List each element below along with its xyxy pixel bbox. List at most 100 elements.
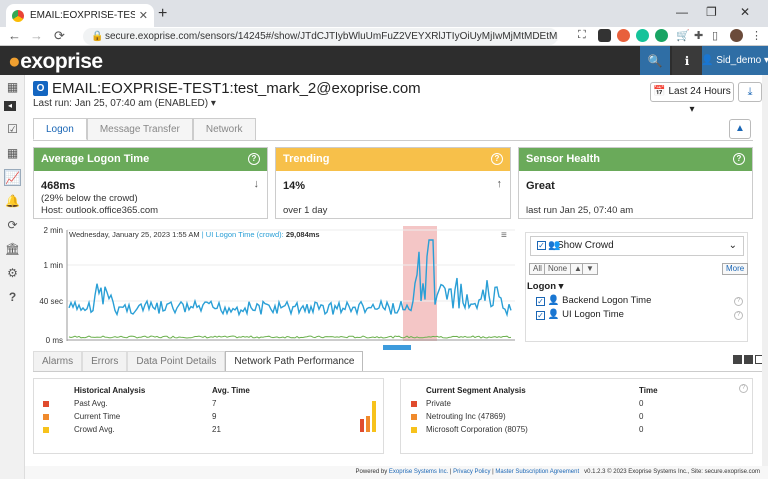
card-detail: over 1 day xyxy=(283,205,328,216)
user-icon: 👤 xyxy=(700,55,717,66)
collapse-sidebar-icon[interactable]: ◂ xyxy=(4,101,16,111)
help-icon[interactable]: ? xyxy=(248,153,260,165)
grid-icon[interactable]: ▦ xyxy=(3,79,22,98)
layout-icon[interactable] xyxy=(744,355,753,364)
last-run-status[interactable]: Last run: Jan 25, 07:40 am (ENABLED) ▾ xyxy=(33,98,216,109)
bank-icon[interactable]: 🏛 xyxy=(4,241,21,258)
column-header: Current Segment Analysis xyxy=(426,386,526,395)
cart-icon[interactable]: 🛒 xyxy=(676,29,690,42)
extension-icon[interactable] xyxy=(598,29,611,42)
logon-time-chart[interactable]: 2 min 1 min 40 sec 0 ms Wednesday, Janua… xyxy=(33,226,515,344)
tab-errors[interactable]: Errors xyxy=(82,351,128,371)
outlook-icon: O xyxy=(33,81,48,96)
color-swatch xyxy=(411,401,417,407)
legend-item-backend[interactable]: ✓ 👤 Backend Logon Time xyxy=(536,295,651,306)
close-tab-icon[interactable]: ✕ xyxy=(139,9,148,22)
maximize-icon[interactable]: ❐ xyxy=(706,5,717,19)
more-button[interactable]: More xyxy=(722,263,749,275)
help-icon[interactable]: ? xyxy=(4,289,21,306)
gear-icon[interactable]: ⚙ xyxy=(4,265,21,282)
help-icon[interactable]: ? xyxy=(734,311,743,320)
row-label: Private xyxy=(426,399,451,408)
back-icon[interactable]: ← xyxy=(8,28,21,43)
y-tick-label: 2 min xyxy=(43,226,63,235)
detail-tabs: Alarms Errors Data Point Details Network… xyxy=(33,351,364,371)
bell-icon[interactable]: 🔔 xyxy=(4,193,21,210)
collapse-button[interactable]: ▲ xyxy=(729,119,751,139)
mini-bar xyxy=(366,416,370,432)
exoprise-logo[interactable]: ●exoprise xyxy=(8,50,103,74)
puzzle-icon[interactable]: ✚ xyxy=(694,29,707,42)
card-detail: (29% below the crowd) xyxy=(41,193,138,204)
minimize-icon[interactable]: — xyxy=(676,5,688,19)
none-button[interactable]: None xyxy=(544,263,572,275)
tab-alarms[interactable]: Alarms xyxy=(33,351,83,371)
y-tick-label: 1 min xyxy=(43,261,63,270)
checkbox[interactable]: ✓ xyxy=(537,241,546,250)
reload-icon[interactable]: ⟳ xyxy=(54,28,65,44)
company-link[interactable]: Exoprise Systems Inc. xyxy=(389,469,448,475)
tab-logon[interactable]: Logon xyxy=(33,118,87,140)
color-swatch xyxy=(411,427,417,433)
download-button[interactable]: ⤓ xyxy=(738,82,762,102)
url-text: secure.exoprise.com/sensors/14245#/show/… xyxy=(105,31,558,42)
browser-tabbar: EMAIL:EOXPRISE-TEST1:test_mar ✕ + — ❐ ✕ xyxy=(0,0,768,27)
move-down-button[interactable]: ▼ xyxy=(582,263,598,275)
caret-down-icon: ▾ xyxy=(689,104,695,115)
column-header: Historical Analysis xyxy=(74,386,146,395)
close-window-icon[interactable]: ✕ xyxy=(740,5,750,19)
card-header: Trending? xyxy=(276,148,510,171)
row-value: 21 xyxy=(212,425,221,434)
checklist-icon[interactable]: ☑ xyxy=(4,121,21,138)
card-value: 468ms xyxy=(41,180,76,192)
privacy-link[interactable]: Privacy Policy xyxy=(453,469,490,475)
page-scrollbar[interactable] xyxy=(762,75,768,466)
view-toggle[interactable] xyxy=(733,355,764,364)
dashboard-icon[interactable]: ▦ xyxy=(4,145,21,162)
chart-menu-icon[interactable]: ≡ xyxy=(501,230,507,241)
user-icon: 👤 xyxy=(547,295,560,306)
tab-network-path-performance[interactable]: Network Path Performance xyxy=(225,351,364,371)
extension-icon[interactable] xyxy=(617,29,630,42)
browser-tab[interactable]: EMAIL:EOXPRISE-TEST1:test_mar ✕ xyxy=(6,4,154,27)
tab-data-point-details[interactable]: Data Point Details xyxy=(127,351,226,371)
y-tick-label: 0 ms xyxy=(46,336,63,344)
tab-message-transfer[interactable]: Message Transfer xyxy=(86,118,193,140)
card-header: Average Logon Time? xyxy=(34,148,267,171)
browser-menu-icon[interactable]: ⋮ xyxy=(751,29,764,42)
tab-network[interactable]: Network xyxy=(192,118,256,140)
layout-icon[interactable] xyxy=(733,355,742,364)
search-button[interactable]: 🔍 xyxy=(640,46,670,75)
forward-icon[interactable]: → xyxy=(30,28,43,43)
checkbox[interactable]: ✓ xyxy=(536,311,545,320)
url-input[interactable]: 🔒 secure.exoprise.com/sensors/14245#/sho… xyxy=(83,28,558,45)
help-icon[interactable]: ? xyxy=(733,153,745,165)
segment-analysis-panel: Current Segment Analysis Time ? Private … xyxy=(400,378,753,454)
resize-handle[interactable] xyxy=(383,345,411,350)
app-header: ●exoprise 🔍 ℹ 👤 Sid_demo ▾ xyxy=(0,46,768,75)
row-value: 0 xyxy=(639,412,644,421)
logon-group[interactable]: Logon ▾ xyxy=(527,281,563,292)
time-range-button[interactable]: 📅 Last 24 Hours ▾ xyxy=(650,82,734,115)
chart-icon[interactable]: 📈 xyxy=(4,169,21,186)
msa-link[interactable]: Master Subscription Agreement xyxy=(495,469,579,475)
checkbox[interactable]: ✓ xyxy=(536,297,545,306)
profile-avatar[interactable] xyxy=(730,29,743,42)
sync-icon[interactable]: ⟳ xyxy=(4,217,21,234)
legend-item-ui[interactable]: ✓ 👤 UI Logon Time xyxy=(536,309,624,320)
show-crowd-select[interactable]: ✓ 👥 Show Crowd ⌄ xyxy=(530,236,744,256)
user-menu-button[interactable]: 👤 Sid_demo ▾ xyxy=(700,46,768,75)
help-icon[interactable]: ? xyxy=(739,384,748,393)
info-button[interactable]: ℹ xyxy=(672,46,702,75)
chevron-down-icon: ▾ xyxy=(210,98,216,109)
extension-icon[interactable] xyxy=(655,29,668,42)
average-logon-card: Average Logon Time? 468ms ↓ (29% below t… xyxy=(33,147,268,219)
row-label: Netrouting Inc (47869) xyxy=(426,412,506,421)
grammarly-icon[interactable] xyxy=(636,29,649,42)
sidebar-icon[interactable]: ▯ xyxy=(712,29,725,42)
help-icon[interactable]: ? xyxy=(734,297,743,306)
screenshot-icon[interactable]: ⛶ xyxy=(578,29,591,42)
new-tab-icon[interactable]: + xyxy=(158,5,167,23)
card-host: Host: outlook.office365.com xyxy=(41,205,159,216)
help-icon[interactable]: ? xyxy=(491,153,503,165)
